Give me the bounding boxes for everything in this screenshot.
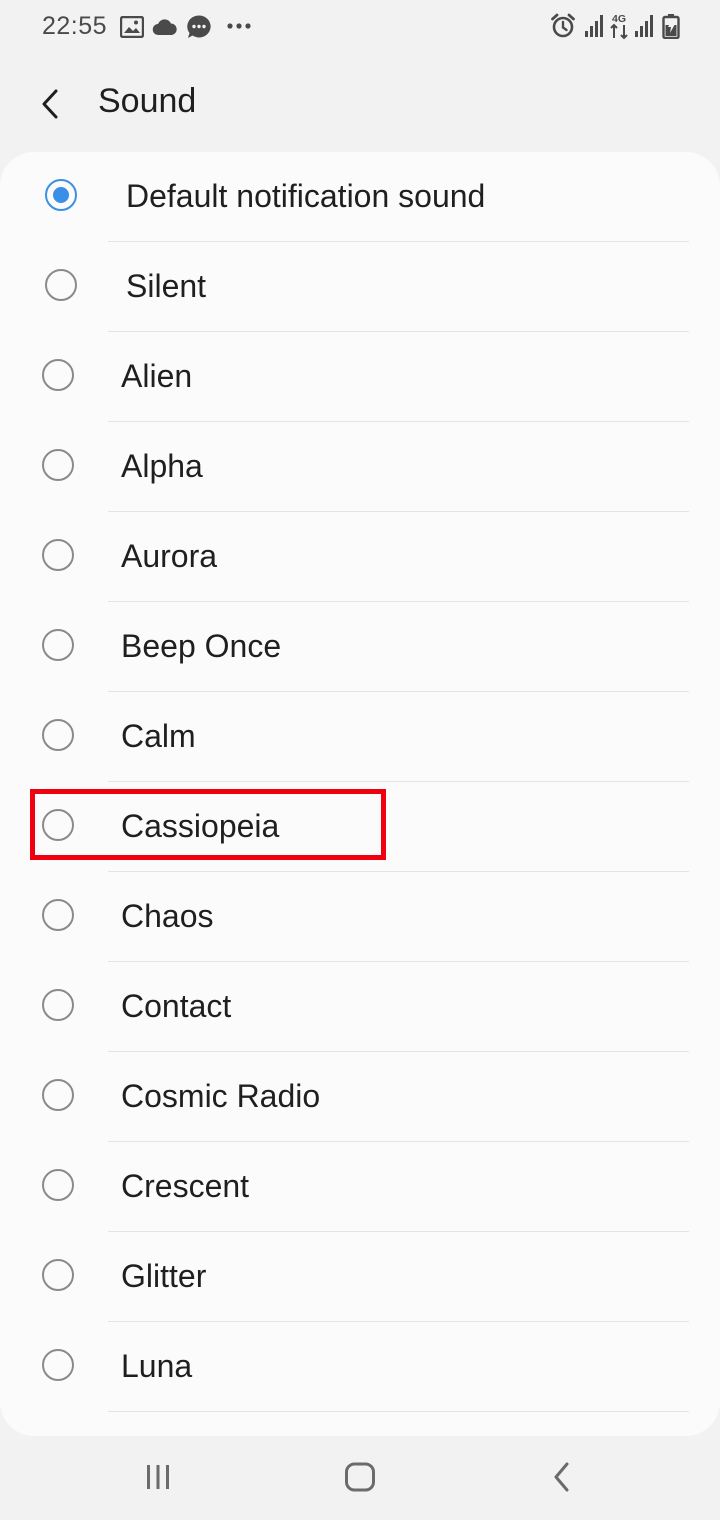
sound-option-label: Beep Once — [121, 628, 282, 664]
sound-list: Default notification sound Silent Alien … — [0, 152, 720, 1412]
status-time: 22:55 — [42, 12, 108, 40]
battery-icon — [662, 14, 680, 39]
radio-button[interactable] — [42, 1169, 74, 1201]
sound-option-alien[interactable]: Alien — [0, 332, 720, 422]
sound-option-default[interactable]: Default notification sound — [0, 152, 720, 242]
radio-button[interactable] — [42, 449, 74, 481]
sound-option-calm[interactable]: Calm — [0, 692, 720, 782]
sound-option-glitter[interactable]: Glitter — [0, 1232, 720, 1322]
status-bar: 22:55 4G — [0, 0, 720, 56]
radio-button[interactable] — [45, 269, 77, 301]
sound-option-label: Default notification sound — [126, 178, 486, 214]
alarm-icon — [551, 13, 575, 38]
sound-option-aurora[interactable]: Aurora — [0, 512, 720, 602]
chevron-left-icon — [42, 89, 58, 119]
navigation-bar — [0, 1436, 720, 1520]
sound-option-chaos[interactable]: Chaos — [0, 872, 720, 962]
sound-option-label: Cassiopeia — [121, 808, 280, 844]
network-4g-icon: 4G — [610, 13, 628, 40]
sound-option-label: Contact — [121, 988, 232, 1024]
nav-back-button[interactable] — [532, 1454, 592, 1500]
radio-button[interactable] — [42, 899, 74, 931]
signal-icon — [635, 15, 653, 37]
page-title: Sound — [98, 82, 197, 120]
back-icon — [554, 1462, 569, 1492]
divider — [108, 1411, 689, 1412]
sound-option-label: Calm — [121, 718, 196, 754]
sound-option-beep-once[interactable]: Beep Once — [0, 602, 720, 692]
recent-apps-icon — [147, 1465, 169, 1489]
sound-option-label: Luna — [121, 1348, 193, 1384]
radio-button[interactable] — [42, 1349, 74, 1381]
sound-list-card: Default notification sound Silent Alien … — [0, 152, 720, 1436]
home-icon — [345, 1462, 375, 1492]
sound-option-label: Aurora — [121, 538, 218, 574]
radio-button[interactable] — [42, 359, 74, 391]
sound-option-crescent[interactable]: Crescent — [0, 1142, 720, 1232]
message-icon — [187, 15, 211, 38]
radio-button[interactable] — [42, 629, 74, 661]
sound-option-contact[interactable]: Contact — [0, 962, 720, 1052]
recent-apps-button[interactable] — [128, 1454, 188, 1500]
sound-option-label: Cosmic Radio — [121, 1078, 321, 1114]
home-button[interactable] — [330, 1454, 390, 1500]
sound-option-label: Alpha — [121, 448, 203, 484]
sound-option-alpha[interactable]: Alpha — [0, 422, 720, 512]
app-header: Sound — [0, 56, 720, 152]
radio-button[interactable] — [42, 719, 74, 751]
sound-option-silent[interactable]: Silent — [0, 242, 720, 332]
radio-button[interactable] — [42, 1079, 74, 1111]
radio-button[interactable] — [42, 809, 74, 841]
radio-button-selected[interactable] — [45, 179, 77, 211]
cloud-icon — [152, 19, 177, 36]
back-button[interactable] — [24, 78, 76, 130]
sound-option-cosmic-radio[interactable]: Cosmic Radio — [0, 1052, 720, 1142]
radio-button[interactable] — [42, 539, 74, 571]
sound-option-label: Glitter — [121, 1258, 207, 1294]
gallery-icon — [120, 16, 144, 38]
sound-option-label: Crescent — [121, 1168, 250, 1204]
radio-button[interactable] — [42, 989, 74, 1021]
sound-option-label: Silent — [126, 268, 207, 304]
more-dots-icon — [227, 23, 251, 29]
radio-button[interactable] — [42, 1259, 74, 1291]
signal-icon — [585, 15, 603, 37]
sound-option-cassiopeia[interactable]: Cassiopeia — [0, 782, 720, 872]
sound-option-label: Alien — [121, 358, 193, 394]
svg-text:4G: 4G — [612, 13, 626, 25]
sound-option-label: Chaos — [121, 898, 214, 934]
sound-option-luna[interactable]: Luna — [0, 1322, 720, 1412]
